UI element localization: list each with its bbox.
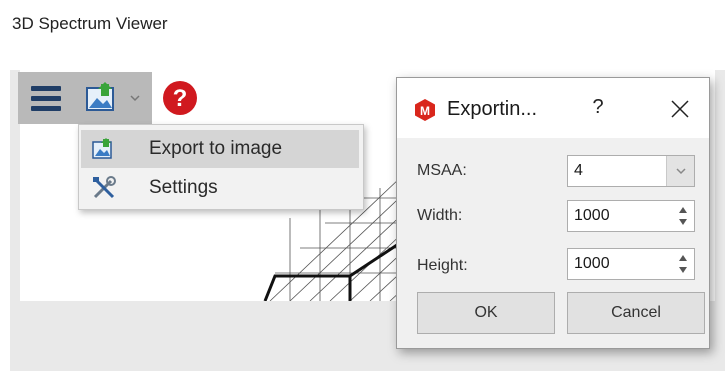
export-button[interactable] (74, 72, 152, 124)
ok-button[interactable]: OK (417, 292, 555, 334)
caret-up-icon (679, 255, 687, 261)
hamburger-menu-icon (31, 86, 61, 111)
chevron-down-icon[interactable] (129, 93, 141, 103)
help-button[interactable]: ? (158, 76, 202, 120)
msaa-value: 4 (574, 162, 583, 179)
caret-down-icon (679, 219, 687, 225)
caret-up-icon (679, 207, 687, 213)
dialog-help-button[interactable]: ? (583, 96, 613, 124)
menu-button[interactable] (18, 72, 74, 124)
export-dropdown-menu: Export to image Settings (78, 124, 364, 210)
height-stepper[interactable]: 1000 (567, 248, 695, 280)
menu-item-label: Export to image (149, 138, 283, 159)
msaa-select[interactable]: 4 (567, 155, 695, 187)
width-stepper[interactable]: 1000 (567, 200, 695, 232)
dialog-title: Exportin... (447, 98, 538, 120)
msaa-label: MSAA: (417, 162, 467, 179)
export-dialog: M Exportin... ? MSAA: 4 Width: 1000 Heig… (396, 77, 710, 349)
dialog-titlebar[interactable]: M Exportin... ? (397, 78, 709, 138)
menu-item-settings[interactable]: Settings (81, 169, 359, 207)
app-title: 3D Spectrum Viewer (12, 14, 168, 33)
width-label: Width: (417, 207, 463, 224)
settings-tools-icon (89, 173, 119, 203)
dialog-close-button[interactable] (663, 92, 697, 126)
width-value: 1000 (574, 207, 610, 224)
chevron-down-icon (675, 168, 686, 175)
help-icon: ? (163, 81, 197, 115)
height-increment-button[interactable] (676, 252, 690, 264)
menu-item-label: Settings (149, 177, 218, 198)
close-icon (671, 100, 689, 118)
export-image-icon (89, 134, 119, 164)
svg-text:?: ? (173, 85, 188, 112)
width-increment-button[interactable] (676, 204, 690, 216)
cancel-button[interactable]: Cancel (567, 292, 705, 334)
app-logo-icon: M (415, 99, 435, 121)
height-label: Height: (417, 257, 468, 274)
caret-down-icon (679, 267, 687, 273)
menu-item-export-to-image[interactable]: Export to image (81, 130, 359, 168)
width-decrement-button[interactable] (676, 216, 690, 228)
svg-text:M: M (420, 104, 430, 118)
height-value: 1000 (574, 255, 610, 272)
height-decrement-button[interactable] (676, 264, 690, 276)
msaa-dropdown-arrow[interactable] (666, 156, 694, 186)
export-image-icon (86, 82, 114, 111)
